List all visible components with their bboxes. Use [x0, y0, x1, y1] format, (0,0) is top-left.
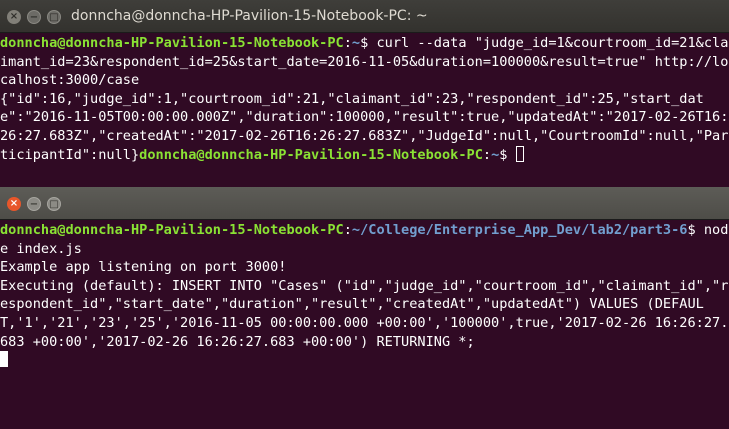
- maximize-icon[interactable]: □: [47, 10, 61, 24]
- close-icon[interactable]: ×: [7, 197, 21, 211]
- prompt-suffix: $: [360, 35, 377, 51]
- close-icon[interactable]: ×: [7, 10, 21, 24]
- title-bar[interactable]: × − □: [0, 187, 729, 220]
- output-line: Executing (default): INSERT INTO "Cases"…: [0, 277, 729, 350]
- minimize-icon[interactable]: −: [27, 10, 41, 24]
- prompt-path: ~/College/Enterprise_App_Dev/lab2/part3-…: [351, 222, 688, 238]
- terminal-output[interactable]: donncha@donncha-HP-Pavilion-15-Notebook-…: [0, 220, 729, 370]
- cursor: [0, 351, 8, 368]
- prompt-user: donncha@donncha-HP-Pavilion-15-Notebook-…: [0, 35, 344, 51]
- prompt-suffix: $: [687, 222, 704, 238]
- terminal-window-project[interactable]: × − □ donncha@donncha-HP-Pavilion-15-Not…: [0, 187, 729, 429]
- prompt-suffix: $: [499, 146, 516, 163]
- terminal-output[interactable]: donncha@donncha-HP-Pavilion-15-Notebook-…: [0, 33, 729, 164]
- output-line: Example app listening on port 3000!: [0, 259, 287, 276]
- prompt-path: ~: [351, 35, 361, 51]
- cursor: [515, 145, 524, 162]
- minimize-icon[interactable]: −: [27, 197, 41, 211]
- title-bar[interactable]: × − □ donncha@donncha-HP-Pavilion-15-Not…: [0, 0, 729, 33]
- terminal-window-home[interactable]: × − □ donncha@donncha-HP-Pavilion-15-Not…: [0, 0, 729, 187]
- window-title: donncha@donncha-HP-Pavilion-15-Notebook-…: [71, 8, 428, 24]
- maximize-icon[interactable]: □: [47, 197, 61, 211]
- prompt-user: donncha@donncha-HP-Pavilion-15-Notebook-…: [139, 146, 483, 163]
- prompt-user: donncha@donncha-HP-Pavilion-15-Notebook-…: [0, 222, 344, 238]
